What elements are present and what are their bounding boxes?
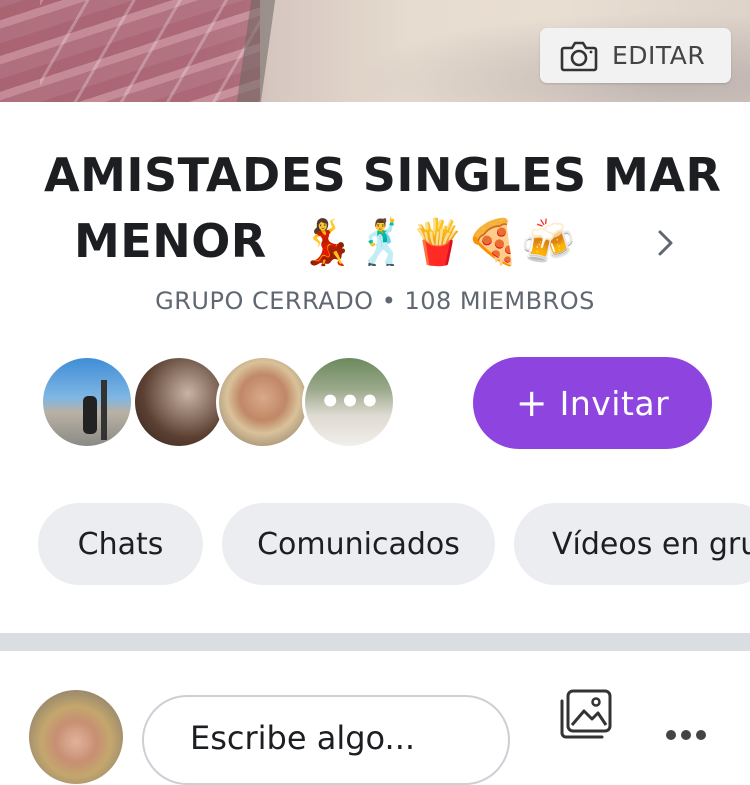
photo-icon[interactable] — [556, 687, 616, 743]
invite-button[interactable]: + Invitar — [473, 357, 712, 449]
avatar[interactable] — [216, 355, 310, 449]
avatar[interactable] — [40, 355, 134, 449]
tab-label: Comunicados — [257, 526, 460, 562]
more-members-indicator: ••• — [319, 382, 380, 422]
edit-cover-label: EDITAR — [612, 41, 706, 70]
invite-label: Invitar — [559, 383, 670, 423]
tab-label: Vídeos en grupo — [552, 526, 750, 562]
current-user-avatar[interactable] — [29, 690, 123, 784]
chevron-right-icon[interactable] — [654, 226, 678, 260]
composer-placeholder: Escribe algo... — [190, 719, 416, 757]
group-title-word: MENOR — [74, 214, 267, 268]
more-icon[interactable] — [664, 728, 708, 742]
tab-label: Chats — [77, 526, 164, 562]
tab-chats[interactable]: Chats — [38, 503, 203, 585]
tab-comunicados[interactable]: Comunicados — [222, 503, 495, 585]
avatar-photo-detail — [83, 396, 97, 434]
group-title[interactable]: AMISTADES SINGLES MAR MENOR 💃🕺🍟🍕🍻 — [44, 142, 722, 276]
avatar[interactable] — [132, 355, 226, 449]
group-title-emojis: 💃🕺🍟🍕🍻 — [299, 217, 577, 268]
group-title-line2: MENOR 💃🕺🍟🍕🍻 — [44, 208, 704, 276]
post-composer-input[interactable]: Escribe algo... — [142, 695, 510, 785]
camera-icon — [560, 41, 598, 71]
cover-pattern — [40, 0, 260, 102]
tab-videos[interactable]: Vídeos en grupo — [514, 503, 750, 585]
avatar-photo-detail — [101, 380, 107, 440]
group-subtitle: GRUPO CERRADO • 108 MIEMBROS — [155, 287, 595, 315]
group-title-line1: AMISTADES SINGLES MAR — [44, 148, 722, 202]
avatar-more[interactable]: ••• — [302, 355, 396, 449]
edit-cover-button[interactable]: EDITAR — [540, 28, 731, 83]
section-divider — [0, 633, 750, 651]
plus-icon: + — [515, 381, 548, 425]
